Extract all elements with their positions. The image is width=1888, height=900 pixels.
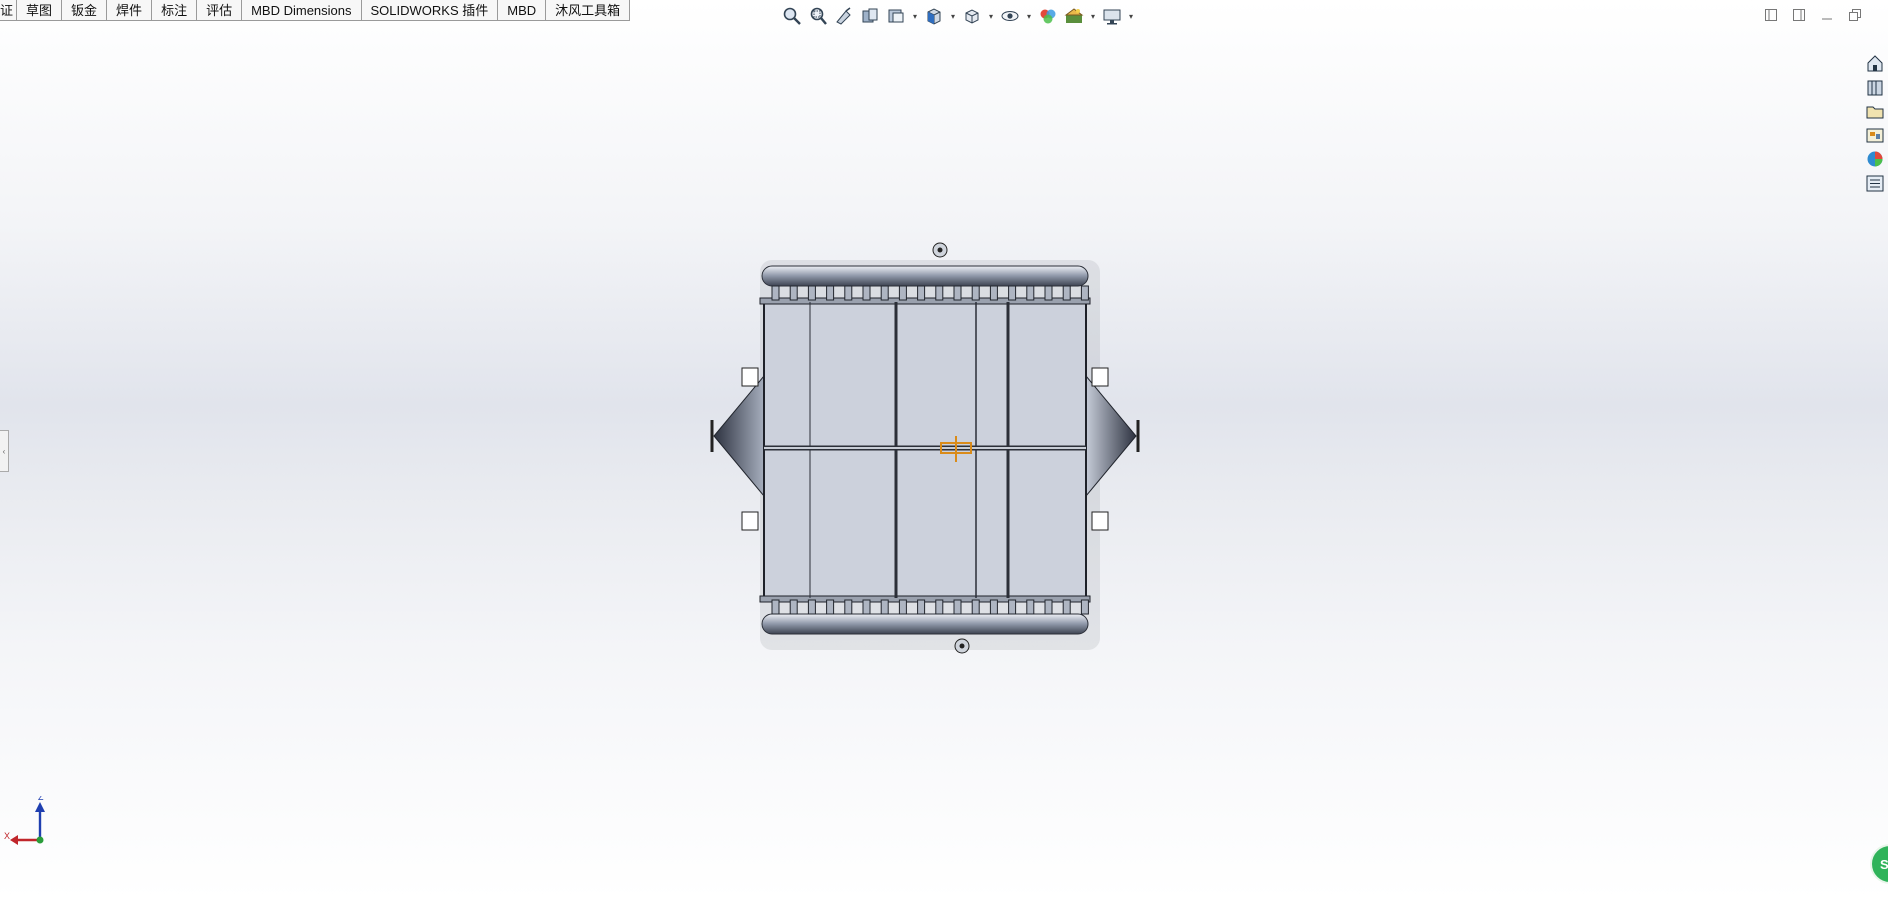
file-explorer-icon[interactable] [1864, 100, 1886, 122]
header-flange [826, 599, 835, 615]
badge-text: SZ [1880, 856, 1888, 872]
tab-sheet-metal[interactable]: 钣金 [62, 0, 108, 21]
corner-badge[interactable]: SZ [1870, 844, 1888, 884]
custom-properties-icon[interactable] [1864, 172, 1886, 194]
header-flange [971, 285, 980, 301]
header-flange [989, 285, 998, 301]
header-flange [862, 285, 871, 301]
dynamic-annotation-views-icon[interactable] [884, 4, 908, 28]
minimize-icon[interactable] [1818, 6, 1836, 24]
zoom-to-area-icon[interactable] [806, 4, 830, 28]
header-flange [880, 285, 889, 301]
window-controls [1762, 6, 1864, 24]
reference-triad: Z X [4, 792, 54, 850]
heads-up-view-toolbar: ▾ ▾ ▾ ▾ ▾ ▾ [780, 4, 1136, 28]
tab-evaluate[interactable]: 评估 [197, 0, 243, 21]
zoom-to-fit-icon[interactable] [780, 4, 804, 28]
header-flange [771, 285, 780, 301]
header-flange [862, 599, 871, 615]
header-flange [953, 285, 962, 301]
header-flange [1062, 599, 1071, 615]
design-library-icon[interactable] [1864, 76, 1886, 98]
restore-left-icon[interactable] [1762, 6, 1780, 24]
chevron-down-icon[interactable]: ▾ [1088, 12, 1098, 21]
header-flange [1044, 599, 1053, 615]
header-flange [844, 599, 853, 615]
header-flange [826, 285, 835, 301]
header-flange [1026, 599, 1035, 615]
header-flange [1008, 285, 1017, 301]
header-flange [789, 285, 798, 301]
previous-view-icon[interactable] [832, 4, 856, 28]
header-flange [898, 285, 907, 301]
tab-weldments[interactable]: 焊件 [107, 0, 153, 21]
appearances-scenes-icon[interactable] [1864, 148, 1886, 170]
tab-markup[interactable]: 标注 [152, 0, 198, 21]
chevron-down-icon[interactable]: ▾ [986, 12, 996, 21]
restore-icon[interactable] [1846, 6, 1864, 24]
section-view-icon[interactable] [858, 4, 882, 28]
header-flange [807, 599, 816, 615]
view-palette-icon[interactable] [1864, 124, 1886, 146]
apply-scene-icon[interactable] [1062, 4, 1086, 28]
task-pane-tabs [1864, 52, 1888, 194]
header-flange [880, 599, 889, 615]
header-flange [989, 599, 998, 615]
header-flange [1062, 285, 1071, 301]
solidworks-resources-icon[interactable] [1864, 52, 1886, 74]
header-flange [1026, 285, 1035, 301]
chevron-down-icon[interactable]: ▾ [948, 12, 958, 21]
triad-z-label: Z [38, 796, 44, 802]
triad-x-label: X [4, 831, 10, 841]
display-style-icon[interactable] [960, 4, 984, 28]
header-flange [1080, 285, 1089, 301]
header-flange [844, 285, 853, 301]
tab-mufeng-toolbox[interactable]: 沐风工具箱 [546, 0, 631, 21]
header-flange [935, 285, 944, 301]
tab-sketch[interactable]: 草图 [17, 0, 63, 21]
header-flange [953, 599, 962, 615]
header-flange [917, 285, 926, 301]
model-viewport-part[interactable] [700, 240, 1180, 660]
model-body [710, 242, 1140, 654]
header-flange [971, 599, 980, 615]
hide-show-items-icon[interactable] [998, 4, 1022, 28]
chevron-down-icon[interactable]: ▾ [910, 12, 920, 21]
view-settings-icon[interactable] [1100, 4, 1124, 28]
feature-manager-handle[interactable]: ‹ [0, 430, 9, 472]
command-manager-tabs: 证草图 钣金 焊件 标注 评估 MBD Dimensions SOLIDWORKS 插件 MB… [0, 0, 631, 22]
tab-mbd[interactable]: MBD [498, 0, 547, 21]
header-flange [807, 285, 816, 301]
edit-appearance-icon[interactable] [1036, 4, 1060, 28]
header-flange [898, 599, 907, 615]
tab-solidworks-addins[interactable]: SOLIDWORKS 插件 [361, 0, 499, 21]
header-flange [917, 599, 926, 615]
header-flange [935, 599, 944, 615]
header-flange [1008, 599, 1017, 615]
chevron-down-icon[interactable]: ▾ [1126, 12, 1136, 21]
tab-mbd-dimensions[interactable]: MBD Dimensions [242, 0, 362, 21]
header-flange [1080, 599, 1089, 615]
restore-right-icon[interactable] [1790, 6, 1808, 24]
view-orientation-icon[interactable] [922, 4, 946, 28]
header-flange [771, 599, 780, 615]
header-flange [789, 599, 798, 615]
chevron-down-icon[interactable]: ▾ [1024, 12, 1034, 21]
tab-feature-partial[interactable]: 证 [0, 0, 18, 21]
header-flange [1044, 285, 1053, 301]
